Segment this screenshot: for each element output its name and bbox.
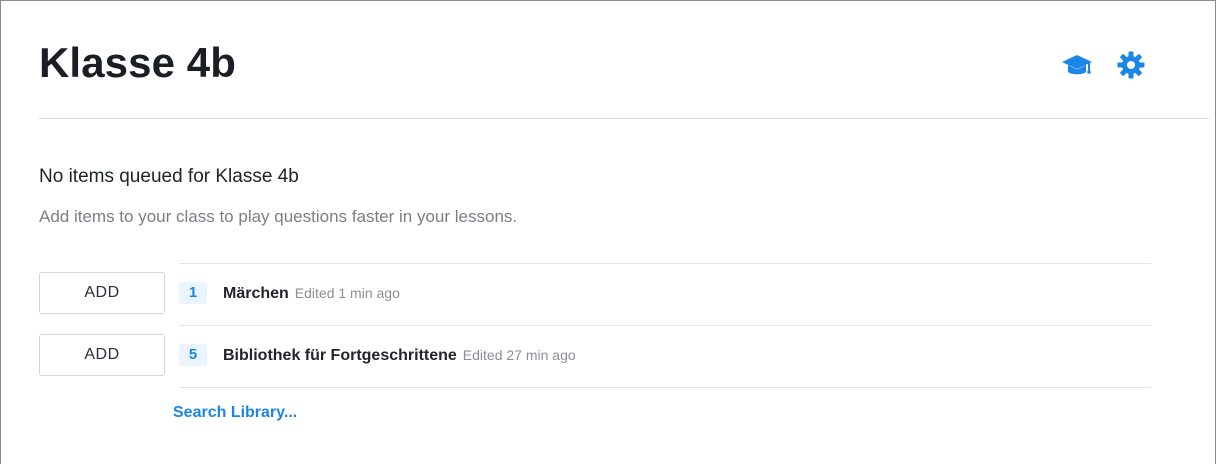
header-divider <box>39 118 1209 119</box>
list-divider <box>179 387 1151 388</box>
list-divider <box>179 263 1151 264</box>
graduation-cap-icon[interactable] <box>1059 47 1095 83</box>
class-header: Klasse 4b <box>39 37 1179 97</box>
item-name[interactable]: Märchen <box>223 285 289 302</box>
edited-timestamp: Edited 1 min ago <box>294 285 400 301</box>
library-item-title[interactable]: Bibliothek für Fortgeschrittene Edited 27… <box>223 345 576 366</box>
library-item-title[interactable]: Märchen Edited 1 min ago <box>223 283 400 304</box>
item-name[interactable]: Bibliothek für Fortgeschrittene <box>223 347 457 364</box>
edited-timestamp: Edited 27 min ago <box>462 347 576 363</box>
list-item: ADD 5 Bibliothek für Fortgeschrittene Edi… <box>39 334 1151 376</box>
gear-icon[interactable] <box>1113 47 1149 83</box>
empty-state-subtitle: Add items to your class to play question… <box>39 207 518 226</box>
question-count-badge: 5 <box>179 344 207 366</box>
list-divider <box>179 325 1151 326</box>
add-button[interactable]: ADD <box>39 334 165 376</box>
page-title: Klasse 4b <box>39 39 237 86</box>
search-library-link[interactable]: Search Library... <box>173 402 297 424</box>
empty-state-title: No items queued for Klasse 4b <box>39 166 299 187</box>
header-actions <box>1059 47 1149 83</box>
list-item: ADD 1 Märchen Edited 1 min ago <box>39 272 1151 314</box>
add-button[interactable]: ADD <box>39 272 165 314</box>
class-panel: Klasse 4b No items queued for Klasse 4b … <box>0 0 1216 464</box>
question-count-badge: 1 <box>179 282 207 304</box>
